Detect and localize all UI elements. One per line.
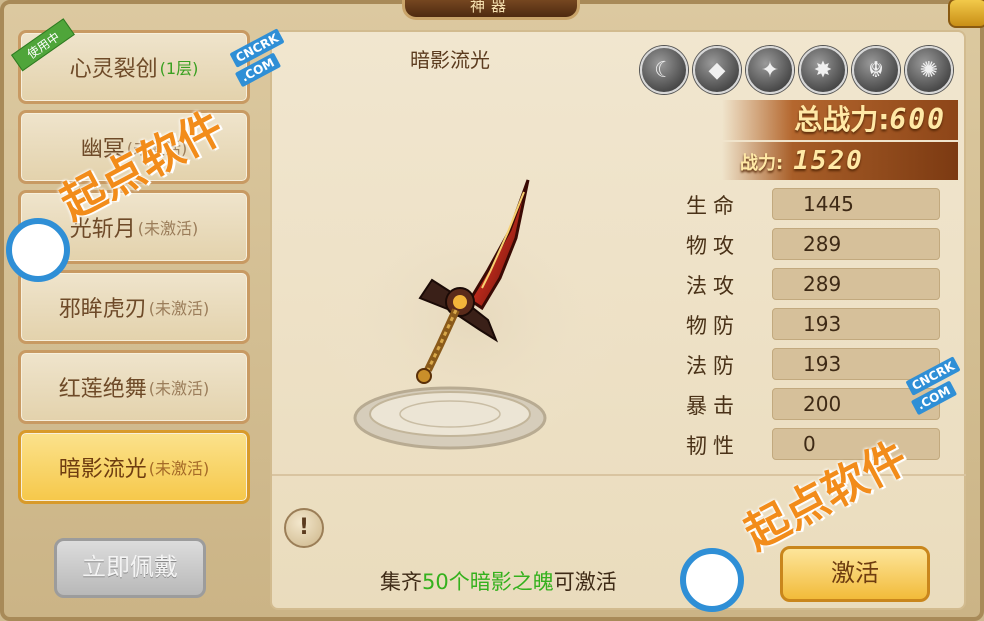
stat-label: 物防	[686, 314, 740, 338]
artifact-name: 心灵裂创	[69, 57, 158, 82]
artifact-item-0[interactable]: 心灵裂创 (1层) 使用中	[11, 18, 250, 104]
power-value: 1520	[793, 146, 864, 176]
stat-label: 生命	[686, 194, 740, 218]
watermark-logo-icon	[680, 548, 744, 612]
artifact-status: (未激活)	[137, 219, 199, 238]
total-power: 总战力:600	[722, 100, 958, 140]
artifact-name: 红莲绝舞	[58, 377, 147, 402]
activate-button[interactable]: 激活	[780, 546, 930, 602]
stat-label: 韧性	[686, 434, 740, 458]
total-power-label: 总战力:	[794, 103, 890, 136]
flame-icon[interactable]: ✸	[799, 46, 847, 94]
activation-hint: 集齐50个暗影之魄可激活	[380, 566, 617, 596]
stat-label: 暴击	[686, 394, 740, 418]
info-icon[interactable]: !	[284, 508, 324, 548]
artifact-status: (未激活)	[148, 459, 210, 478]
stat-row: 生命 1445	[686, 188, 942, 220]
total-power-value: 600	[889, 103, 946, 136]
weapon-illustration	[320, 179, 620, 450]
wear-now-button[interactable]: 立即佩戴	[54, 538, 206, 598]
dragon-icon[interactable]: ✦	[746, 46, 794, 94]
skill-icons: ☾ ◆ ✦ ✸ ☬ ✺	[640, 46, 953, 94]
weapon-title: 暗影流光	[410, 48, 490, 72]
stat-row: 法防 193	[686, 348, 942, 380]
current-power: 战力: 1520	[722, 142, 958, 180]
stat-value: 289	[772, 268, 940, 300]
stat-value: 289	[772, 228, 940, 260]
stat-row: 物防 193	[686, 308, 942, 340]
stat-label: 法攻	[686, 274, 740, 298]
stat-row: 暴击 200	[686, 388, 942, 420]
stat-label: 法防	[686, 354, 740, 378]
stat-value: 193	[772, 308, 940, 340]
stat-row: 法攻 289	[686, 268, 942, 300]
artifact-status: (未激活)	[148, 379, 210, 398]
watermark-logo-icon	[6, 218, 70, 282]
artifact-item-3[interactable]: 邪眸虎刃 (未激活)	[18, 270, 250, 344]
hint-highlight: 50个暗影之魄	[422, 570, 554, 594]
artifact-status: (未激活)	[148, 299, 210, 318]
artifact-item-5[interactable]: 暗影流光 (未激活)	[18, 430, 250, 504]
beast-icon[interactable]: ✺	[905, 46, 953, 94]
stat-label: 物攻	[686, 234, 740, 258]
window-title: 神器	[402, 0, 580, 20]
artifact-name: 邪眸虎刃	[58, 297, 147, 322]
power-label: 战力:	[740, 153, 784, 174]
artifact-name: 暗影流光	[58, 457, 147, 482]
stat-value: 1445	[772, 188, 940, 220]
artifact-item-4[interactable]: 红莲绝舞 (未激活)	[18, 350, 250, 424]
crystal-icon[interactable]: ◆	[693, 46, 741, 94]
hint-prefix: 集齐	[380, 570, 422, 594]
hint-suffix: 可激活	[553, 570, 617, 594]
artifact-status: (1层)	[159, 59, 199, 78]
demon-mask-icon[interactable]: ☬	[852, 46, 900, 94]
stat-row: 物攻 289	[686, 228, 942, 260]
moon-icon[interactable]: ☾	[640, 46, 688, 94]
settings-button[interactable]	[948, 0, 984, 28]
